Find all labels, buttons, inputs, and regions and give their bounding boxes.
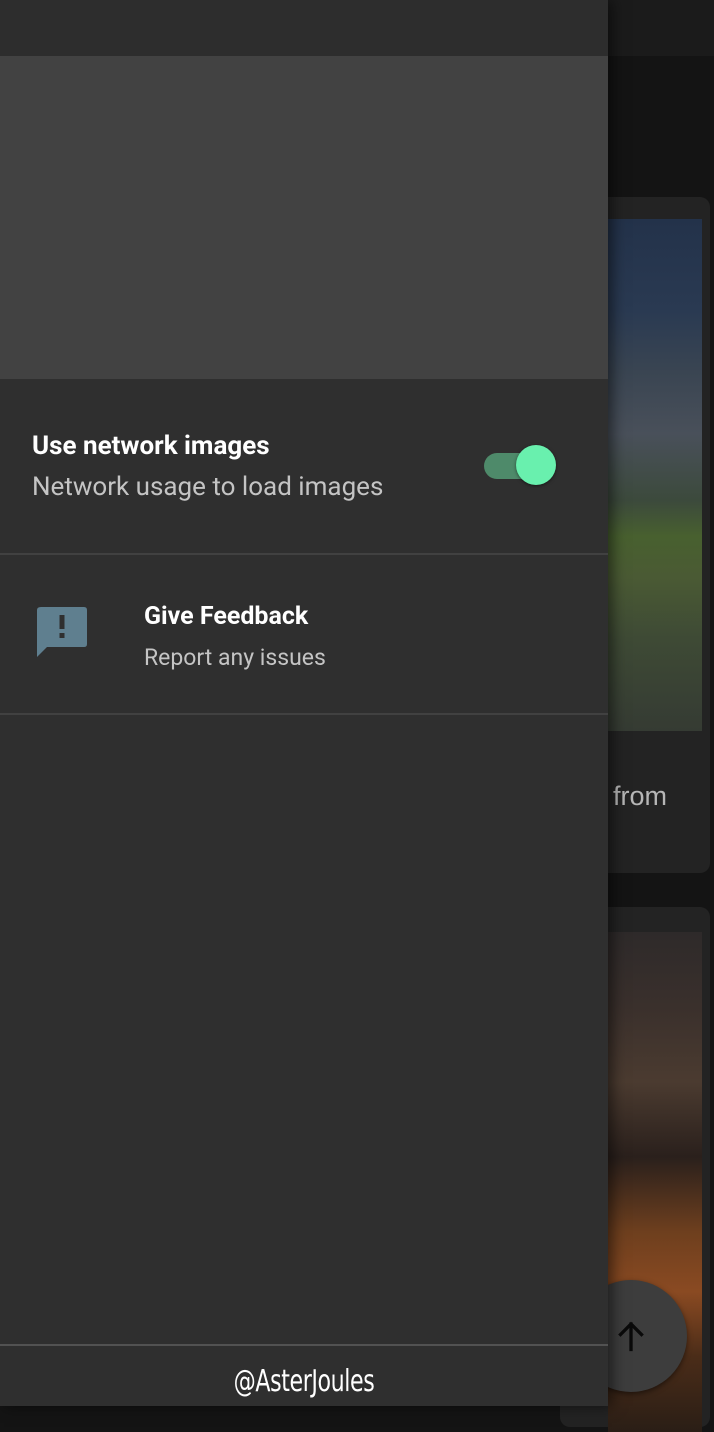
card-image <box>608 219 702 731</box>
navigation-drawer: Use network images Network usage to load… <box>0 0 608 1406</box>
arrow-up-icon <box>618 1321 644 1352</box>
drawer-status-area <box>0 0 608 56</box>
network-images-title: Use network images <box>32 431 270 461</box>
divider <box>0 713 608 715</box>
network-images-toggle[interactable] <box>484 445 558 487</box>
network-images-setting[interactable]: Use network images Network usage to load… <box>0 379 608 554</box>
feedback-icon <box>37 607 87 657</box>
give-feedback-title: Give Feedback <box>144 602 309 631</box>
network-images-subtitle: Network usage to load images <box>32 472 384 502</box>
give-feedback-item[interactable]: Give Feedback Report any issues <box>0 555 608 713</box>
footer-divider <box>0 1344 608 1346</box>
drawer-header <box>0 56 608 379</box>
author-handle[interactable]: @AsterJoules <box>55 1364 554 1399</box>
give-feedback-subtitle: Report any issues <box>144 644 326 671</box>
toggle-thumb <box>516 445 556 485</box>
card-text: from <box>613 781 667 811</box>
